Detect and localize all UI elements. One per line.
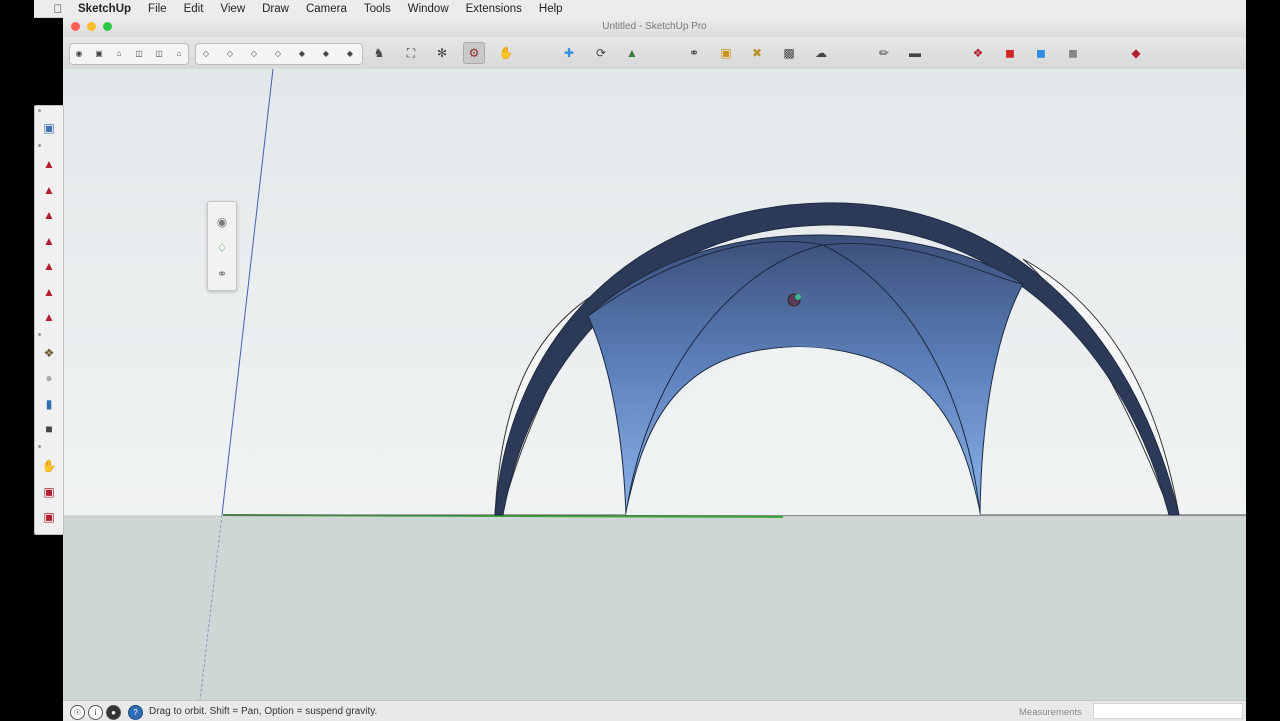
sketchup-window: Untitled - SketchUp Pro ◉ ▣ ⌂ ◫ ◫ ⌂ ◇ ◇ … — [63, 17, 1246, 721]
status-text: Drag to orbit. Shift = Pan, Option = sus… — [149, 706, 378, 717]
back-edges-icon[interactable]: ◇ — [222, 42, 238, 64]
eraser-icon[interactable]: ▬ — [904, 42, 926, 64]
camera-position-icon[interactable]: ♞ — [368, 42, 390, 64]
window-title: Untitled - SketchUp Pro — [602, 21, 707, 32]
pan-icon[interactable]: ✋ — [495, 42, 517, 64]
measurements-input[interactable] — [1093, 703, 1243, 719]
walk-icon[interactable]: ✻ — [431, 42, 453, 64]
dimension-icon[interactable]: ● — [39, 368, 59, 388]
look-around-icon[interactable]: ⛶ — [400, 42, 422, 64]
left-tool-palette: ▣ ▲ ▲ ▲ ▲ ▲ ▲ ▲ ❖ ● ▮ ■ ✋ ▣ ▣ — [34, 105, 64, 535]
camera-float-palette: ◉ ♢ ⚭ — [207, 201, 237, 291]
rotate-icon[interactable]: ▲ — [39, 205, 59, 225]
tape-measure-icon[interactable]: ✏ — [873, 42, 895, 64]
walk-icon[interactable]: ◉ — [212, 212, 232, 232]
right-view-icon[interactable]: ◫ — [131, 42, 147, 64]
menu-sketchup[interactable]: SketchUp — [78, 3, 131, 15]
protractor-icon[interactable]: ❖ — [39, 343, 59, 363]
style-builder-icon[interactable]: ◼ — [1062, 42, 1084, 64]
sandbox-icon[interactable]: ⚭ — [683, 42, 705, 64]
left-view-icon[interactable]: ⌂ — [171, 42, 187, 64]
palette-handle[interactable] — [38, 445, 41, 448]
menu-view[interactable]: View — [220, 3, 245, 15]
component-icon[interactable]: ▣ — [715, 42, 737, 64]
scene-canvas[interactable] — [63, 69, 1246, 700]
hidden-line-icon[interactable]: ◇ — [270, 42, 286, 64]
main-toolbar: ◉ ▣ ⌂ ◫ ◫ ⌂ ◇ ◇ ◇ ◇ ◆ ◆ ◆ ♞ ⛶ ✻ ⚙ ✋ ✚ ⟳ … — [63, 37, 1246, 70]
ground — [63, 516, 1246, 700]
3d-text-icon[interactable]: ▲ — [621, 42, 643, 64]
menu-draw[interactable]: Draw — [262, 3, 289, 15]
menu-file[interactable]: File — [148, 3, 167, 15]
shaded-textures-icon[interactable]: ◆ — [318, 42, 334, 64]
status-bar: ☉ i ● ? Drag to orbit. Shift = Pan, Opti… — [63, 700, 1246, 721]
offset-icon[interactable]: ▲ — [39, 256, 59, 276]
push-pull-icon[interactable]: ▲ — [39, 154, 59, 174]
tape-icon[interactable]: ▲ — [39, 307, 59, 327]
front-view-icon[interactable]: ⌂ — [111, 42, 127, 64]
xray-icon[interactable]: ◇ — [198, 42, 214, 64]
palette-handle[interactable] — [38, 144, 41, 147]
axes-tool-icon[interactable]: ■ — [39, 419, 59, 439]
ruby-console-icon[interactable]: ◆ — [1125, 42, 1147, 64]
follow-me-icon[interactable]: ▲ — [39, 282, 59, 302]
iso-view-icon[interactable]: ◉ — [71, 42, 87, 64]
credits-icon[interactable]: i — [88, 705, 103, 720]
position-camera-icon[interactable]: ♢ — [212, 238, 232, 258]
section-plane-icon[interactable]: ⟳ — [590, 42, 612, 64]
geo-location-icon[interactable]: ☉ — [70, 705, 85, 720]
menu-edit[interactable]: Edit — [184, 3, 204, 15]
extension-icon[interactable]: ▣ — [39, 482, 59, 502]
text-icon[interactable]: ▮ — [39, 394, 59, 414]
layout-icon[interactable]: ◼ — [1030, 42, 1052, 64]
apple-logo-icon[interactable]:  — [50, 2, 66, 16]
menu-camera[interactable]: Camera — [306, 3, 347, 15]
instructor-icon[interactable]: ? — [128, 705, 143, 720]
move-icon[interactable]: ▲ — [39, 180, 59, 200]
menu-bar:  SketchUp File Edit View Draw Camera To… — [34, 0, 1246, 18]
account-icon[interactable]: ● — [106, 705, 121, 720]
palette-handle[interactable] — [38, 333, 41, 336]
match-photo-icon[interactable]: ▩ — [778, 42, 800, 64]
menu-tools[interactable]: Tools — [364, 3, 391, 15]
palette-handle[interactable] — [38, 109, 41, 112]
title-bar: Untitled - SketchUp Pro — [63, 17, 1246, 37]
top-view-icon[interactable]: ▣ — [91, 42, 107, 64]
orbit-cursor-accent — [795, 294, 801, 300]
back-view-icon[interactable]: ◫ — [151, 42, 167, 64]
axes-icon[interactable]: ✚ — [558, 42, 580, 64]
measurements-label: Measurements — [1019, 707, 1082, 718]
extension-warehouse-icon[interactable]: ◼ — [999, 42, 1021, 64]
3d-warehouse-icon[interactable]: ✋ — [39, 456, 59, 476]
components-icon[interactable]: ▣ — [39, 507, 59, 527]
orbit-icon[interactable]: ⚙ — [463, 42, 485, 64]
modeling-viewport[interactable] — [63, 69, 1246, 700]
shadows-icon[interactable]: ☁ — [810, 42, 832, 64]
select-icon[interactable]: ▣ — [39, 118, 59, 138]
shaded-icon[interactable]: ◆ — [294, 42, 310, 64]
scale-icon[interactable]: ▲ — [39, 231, 59, 251]
menu-extensions[interactable]: Extensions — [466, 3, 522, 15]
monochrome-icon[interactable]: ◆ — [342, 42, 358, 64]
look-around-icon[interactable]: ⚭ — [212, 264, 232, 284]
warehouse-icon[interactable]: ❖ — [967, 42, 989, 64]
paint-bucket-icon[interactable]: ✖ — [746, 42, 768, 64]
menu-window[interactable]: Window — [408, 3, 449, 15]
wireframe-icon[interactable]: ◇ — [246, 42, 262, 64]
menu-help[interactable]: Help — [539, 3, 563, 15]
